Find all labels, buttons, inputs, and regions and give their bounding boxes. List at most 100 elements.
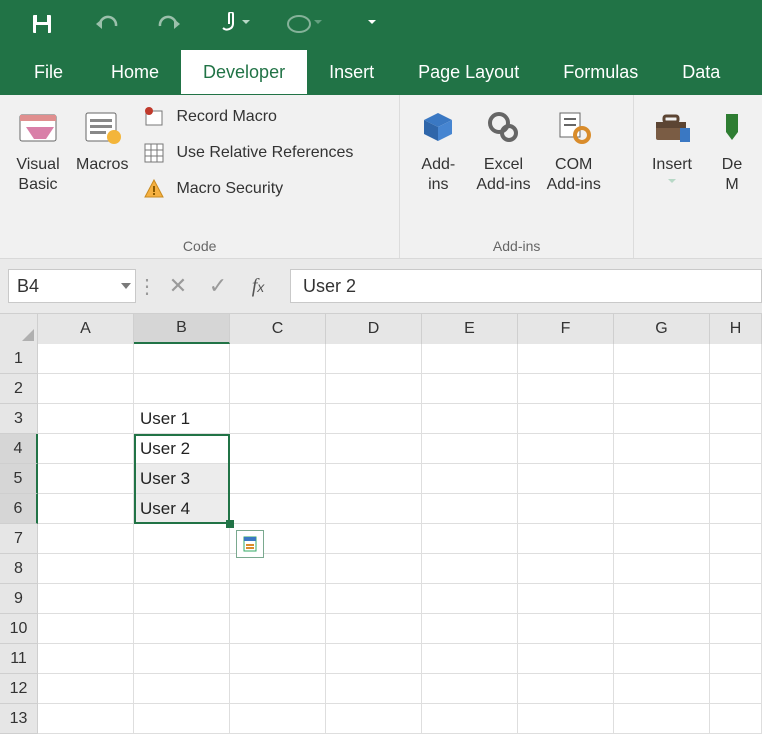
cell-C11[interactable] [230, 644, 326, 674]
cell-F9[interactable] [518, 584, 614, 614]
cell-C8[interactable] [230, 554, 326, 584]
cell-B6[interactable]: User 4 [134, 494, 230, 524]
cell-G12[interactable] [614, 674, 710, 704]
save-button[interactable] [28, 10, 56, 38]
cell-E4[interactable] [422, 434, 518, 464]
cell-A9[interactable] [38, 584, 134, 614]
cell-A1[interactable] [38, 344, 134, 374]
cell-F3[interactable] [518, 404, 614, 434]
col-header-H[interactable]: H [710, 314, 762, 344]
cell-A3[interactable] [38, 404, 134, 434]
cell-D3[interactable] [326, 404, 422, 434]
com-addins-button[interactable]: COM Add-ins [539, 101, 609, 195]
excel-addins-button[interactable]: Excel Add-ins [468, 101, 538, 195]
enter-formula-button[interactable]: ✓ [198, 269, 238, 303]
cell-F8[interactable] [518, 554, 614, 584]
cell-H6[interactable] [710, 494, 762, 524]
cell-D13[interactable] [326, 704, 422, 734]
record-macro-button[interactable]: Record Macro [142, 105, 353, 129]
cell-H10[interactable] [710, 614, 762, 644]
tab-formulas[interactable]: Formulas [541, 50, 660, 94]
cell-D8[interactable] [326, 554, 422, 584]
tab-home[interactable]: Home [89, 50, 181, 94]
cell-B2[interactable] [134, 374, 230, 404]
cell-H5[interactable] [710, 464, 762, 494]
cell-B4[interactable]: User 2 [134, 434, 230, 464]
tab-insert[interactable]: Insert [307, 50, 396, 94]
cell-A10[interactable] [38, 614, 134, 644]
cell-C4[interactable] [230, 434, 326, 464]
cell-F7[interactable] [518, 524, 614, 554]
cell-E5[interactable] [422, 464, 518, 494]
row-header-10[interactable]: 10 [0, 614, 38, 644]
cell-C3[interactable] [230, 404, 326, 434]
cell-G9[interactable] [614, 584, 710, 614]
cell-H13[interactable] [710, 704, 762, 734]
cell-B10[interactable] [134, 614, 230, 644]
cell-G13[interactable] [614, 704, 710, 734]
redo-button[interactable] [156, 10, 184, 38]
cell-B3[interactable]: User 1 [134, 404, 230, 434]
cell-A12[interactable] [38, 674, 134, 704]
cell-A8[interactable] [38, 554, 134, 584]
undo-button[interactable] [92, 10, 120, 38]
tab-data[interactable]: Data [660, 50, 742, 94]
cell-B13[interactable] [134, 704, 230, 734]
cell-H7[interactable] [710, 524, 762, 554]
cell-E9[interactable] [422, 584, 518, 614]
cell-A13[interactable] [38, 704, 134, 734]
select-all-button[interactable] [0, 314, 38, 344]
cell-H11[interactable] [710, 644, 762, 674]
col-header-B[interactable]: B [134, 314, 230, 344]
row-header-8[interactable]: 8 [0, 554, 38, 584]
cell-C1[interactable] [230, 344, 326, 374]
tab-developer[interactable]: Developer [181, 50, 307, 94]
cell-C12[interactable] [230, 674, 326, 704]
col-header-F[interactable]: F [518, 314, 614, 344]
cell-D2[interactable] [326, 374, 422, 404]
cell-B7[interactable] [134, 524, 230, 554]
cell-D11[interactable] [326, 644, 422, 674]
cell-D4[interactable] [326, 434, 422, 464]
col-header-G[interactable]: G [614, 314, 710, 344]
cell-C6[interactable] [230, 494, 326, 524]
row-header-11[interactable]: 11 [0, 644, 38, 674]
row-header-4[interactable]: 4 [0, 434, 38, 464]
email-button[interactable] [286, 14, 322, 34]
cell-B8[interactable] [134, 554, 230, 584]
autofill-options-button[interactable] [236, 530, 264, 558]
row-header-9[interactable]: 9 [0, 584, 38, 614]
cell-E1[interactable] [422, 344, 518, 374]
cell-B9[interactable] [134, 584, 230, 614]
cell-G11[interactable] [614, 644, 710, 674]
cell-D6[interactable] [326, 494, 422, 524]
cell-G6[interactable] [614, 494, 710, 524]
row-header-2[interactable]: 2 [0, 374, 38, 404]
cell-A11[interactable] [38, 644, 134, 674]
row-header-5[interactable]: 5 [0, 464, 38, 494]
cell-G3[interactable] [614, 404, 710, 434]
formula-input[interactable]: User 2 [290, 269, 762, 303]
col-header-D[interactable]: D [326, 314, 422, 344]
cell-A6[interactable] [38, 494, 134, 524]
cell-C10[interactable] [230, 614, 326, 644]
row-header-13[interactable]: 13 [0, 704, 38, 734]
use-relative-refs-button[interactable]: Use Relative References [142, 141, 353, 165]
col-header-C[interactable]: C [230, 314, 326, 344]
cell-F6[interactable] [518, 494, 614, 524]
cell-D5[interactable] [326, 464, 422, 494]
macros-button[interactable]: Macros [68, 101, 136, 201]
insert-controls-button[interactable]: Insert [642, 101, 702, 195]
cell-F11[interactable] [518, 644, 614, 674]
cell-F12[interactable] [518, 674, 614, 704]
name-box[interactable]: B4 [8, 269, 136, 303]
cell-F4[interactable] [518, 434, 614, 464]
cell-B11[interactable] [134, 644, 230, 674]
cell-E11[interactable] [422, 644, 518, 674]
cell-E7[interactable] [422, 524, 518, 554]
cell-A7[interactable] [38, 524, 134, 554]
insert-function-button[interactable]: fx [238, 269, 278, 303]
touch-mode-button[interactable] [220, 12, 250, 36]
cell-H1[interactable] [710, 344, 762, 374]
cell-A5[interactable] [38, 464, 134, 494]
